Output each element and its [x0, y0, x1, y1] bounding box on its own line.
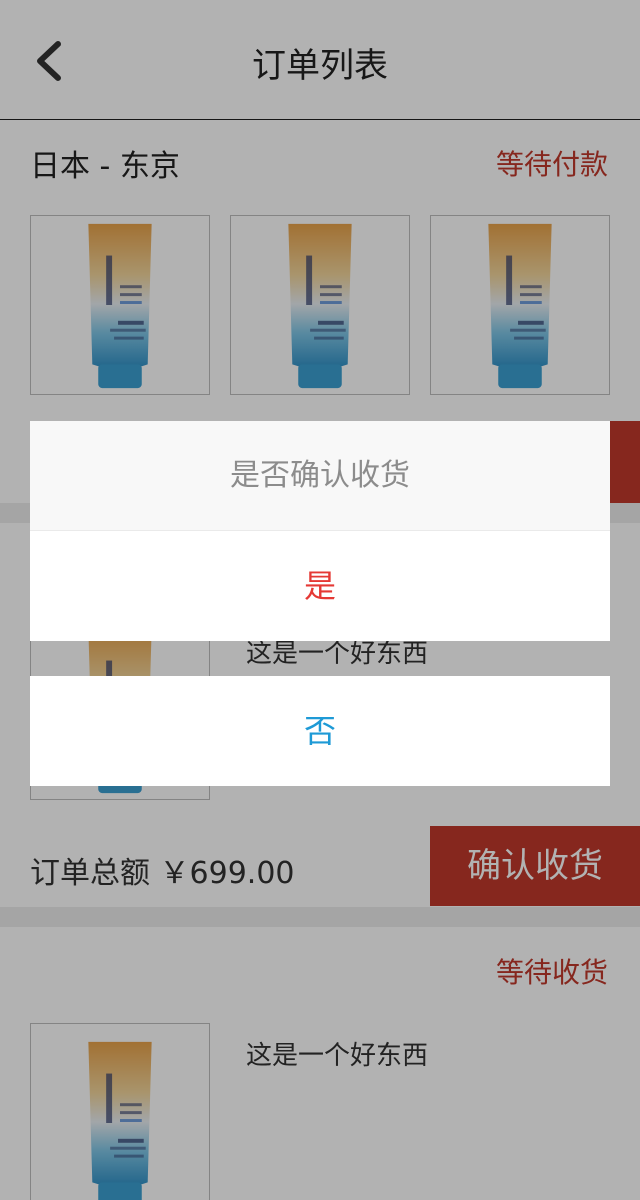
dialog-yes-button[interactable]: 是 [30, 531, 610, 641]
dialog-title: 是否确认收货 [30, 421, 610, 531]
dialog-no-button[interactable]: 否 [30, 676, 610, 786]
